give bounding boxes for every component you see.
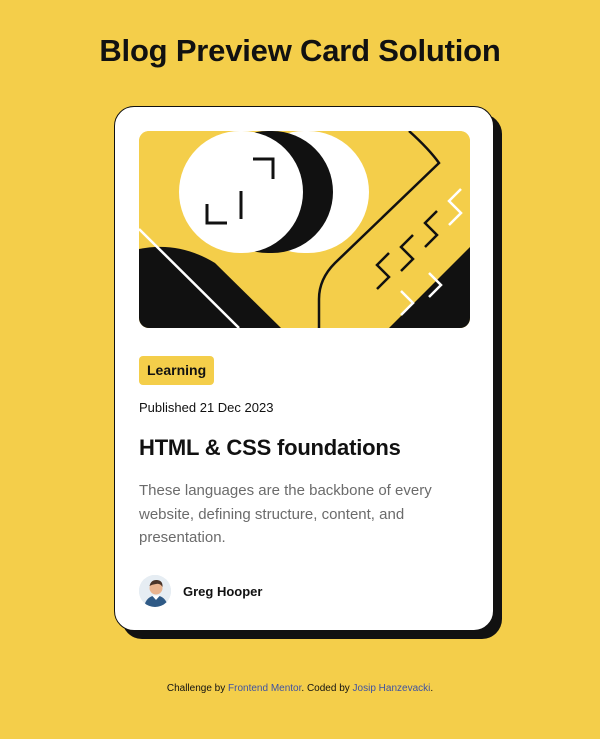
attribution-prefix: Challenge by bbox=[166, 683, 229, 694]
page-title: Blog Preview Card Solution bbox=[99, 33, 501, 68]
author-name: Greg Hooper bbox=[183, 583, 263, 599]
article-description: These languages are the backbone of ever… bbox=[139, 482, 432, 546]
attribution: Challenge by Frontend Mentor. Coded by J… bbox=[0, 683, 600, 694]
category-tag: Learning bbox=[139, 356, 215, 385]
blog-preview-card: Learning Published 21 Dec 2023 HTML & CS… bbox=[114, 106, 494, 631]
published-date: Published 21 Dec 2023 bbox=[139, 400, 274, 415]
article-title[interactable]: HTML & CSS foundations bbox=[139, 435, 401, 461]
author: Greg Hooper bbox=[139, 575, 262, 607]
attribution-middle: . Coded by bbox=[301, 683, 353, 694]
article-illustration bbox=[139, 131, 470, 328]
avatar bbox=[139, 575, 171, 607]
attribution-suffix: . bbox=[430, 683, 434, 694]
avatar-icon bbox=[139, 575, 171, 607]
frontend-mentor-link[interactable]: Frontend Mentor bbox=[228, 683, 301, 694]
coder-link[interactable]: Josip Hanzevacki bbox=[353, 683, 431, 694]
